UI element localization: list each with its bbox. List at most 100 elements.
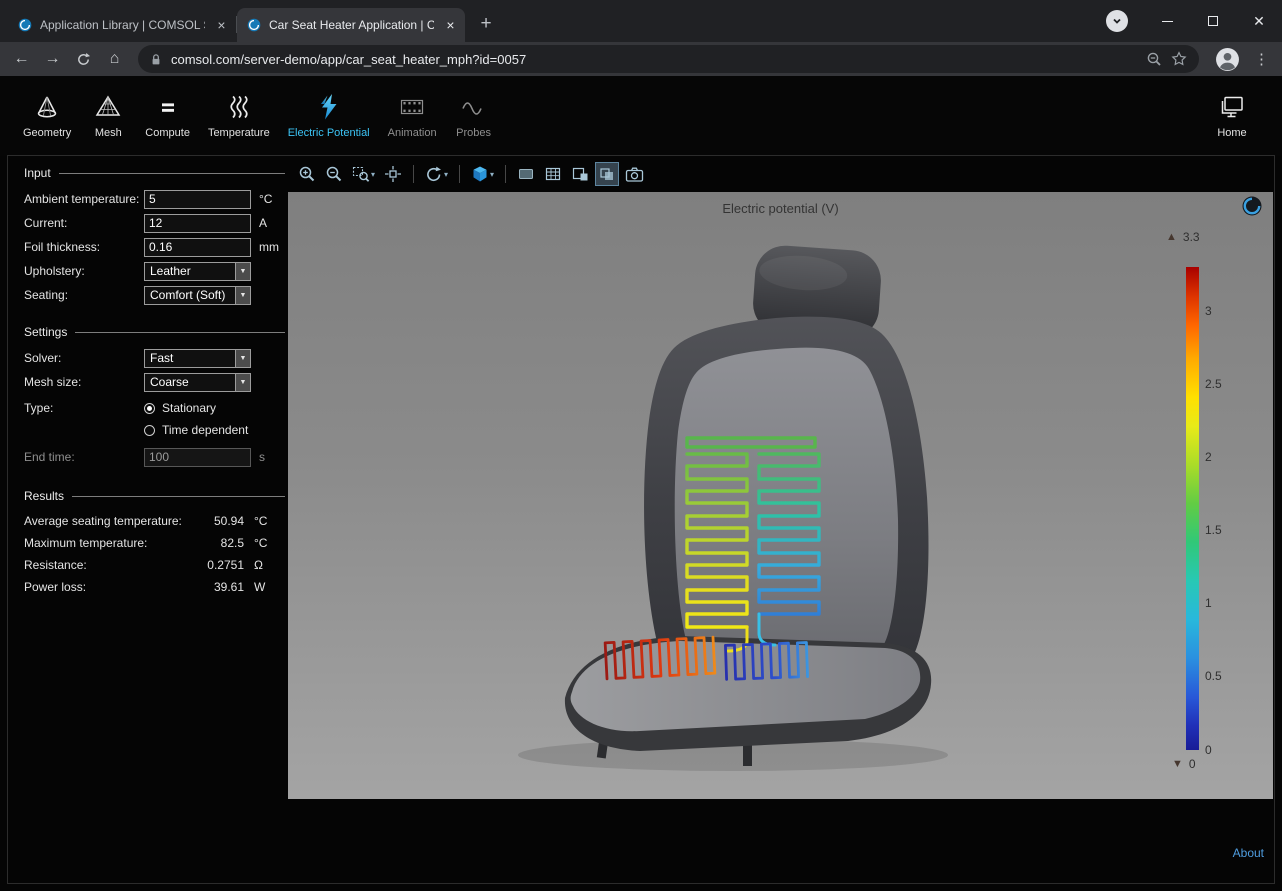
window-actions: ✕ [1106,0,1282,42]
ribbon-item-geometry[interactable]: Geometry [14,93,80,139]
seating-dropdown[interactable]: Comfort (Soft) ▼ [144,286,251,305]
tab-close-icon[interactable]: × [442,17,459,34]
close-button[interactable]: ✕ [1236,0,1282,42]
dropdown-value: Fast [145,350,235,367]
field-label: End time: [24,450,144,464]
media-controls-button[interactable] [1106,10,1128,32]
about-link[interactable]: About [1233,846,1264,860]
default-3d-view-button[interactable]: ▾ [469,163,496,185]
field-unit: A [259,216,267,230]
result-label: Power loss: [24,580,86,594]
zoom-in-button[interactable] [296,163,318,185]
zoom-out-button[interactable] [323,163,345,185]
rotate-view-button[interactable]: ▾ [423,163,450,185]
dropdown-arrow-icon: ▼ [235,374,250,391]
ribbon-item-electric-potential[interactable]: Electric Potential [279,93,379,139]
ribbon-item-home[interactable]: Home [1204,93,1260,139]
field-label: Current: [24,216,144,230]
field-unit: s [259,450,265,464]
ribbon-item-label: Home [1217,127,1246,139]
legend-max-marker: ▲ 3.3 [1166,230,1200,244]
home-button[interactable]: ⌂ [101,46,128,73]
end-time-input [144,448,251,467]
graphics-toolbar: ▾ ▾ ▾ [288,156,1273,192]
dropdown-value: Leather [145,263,235,280]
result-unit: °C [254,514,276,528]
result-unit: W [254,580,276,594]
ribbon-item-compute[interactable]: Compute [136,93,199,139]
split-screen-button[interactable] [569,163,591,185]
reload-icon [76,52,91,67]
field-unit: mm [259,240,279,254]
transparency-button[interactable] [596,163,618,185]
current-input[interactable] [144,214,251,233]
browser-menu-icon[interactable]: ⋮ [1250,46,1274,73]
maximize-button[interactable] [1190,0,1236,42]
field-unit: °C [259,192,272,206]
new-tab-button[interactable]: + [473,11,499,37]
radio-time-dependent[interactable]: Time dependent [144,423,248,437]
triangle-up-icon: ▲ [1166,231,1177,243]
bookmark-star-icon[interactable] [1171,51,1187,67]
section-title: Results [24,489,64,503]
field-seating: Seating: Comfort (Soft) ▼ [24,283,288,307]
zoom-indicator-icon[interactable] [1146,51,1162,67]
result-row-average-temperature: Average seating temperature: 50.94 °C [24,510,288,532]
legend-tick: 1 [1205,596,1212,610]
tab-title: Car Seat Heater Application | CO [269,18,434,32]
back-button[interactable]: ← [8,46,35,73]
field-label: Foil thickness: [24,240,144,254]
grid-button[interactable] [542,163,564,185]
ribbon-item-label: Electric Potential [288,127,370,139]
zoom-box-button[interactable]: ▾ [350,163,377,185]
mesh-icon [94,93,122,121]
snapshot-button[interactable] [623,163,646,185]
dropdown-caret-icon: ▾ [444,170,448,179]
tab-close-icon[interactable]: × [213,17,230,34]
solver-dropdown[interactable]: Fast ▼ [144,349,251,368]
result-value: 82.5 [221,536,244,550]
comsol-favicon [247,18,261,32]
ribbon-item-animation[interactable]: Animation [379,93,446,139]
foil-thickness-input[interactable] [144,238,251,257]
field-label: Seating: [24,288,144,302]
radio-stationary[interactable]: Stationary [144,401,248,415]
ribbon-item-mesh[interactable]: Mesh [80,93,136,139]
mesh-size-dropdown[interactable]: Coarse ▼ [144,373,251,392]
result-value: 39.61 [214,580,244,594]
ribbon-item-temperature[interactable]: Temperature [199,93,279,139]
tab-car-seat-heater[interactable]: Car Seat Heater Application | CO × [237,8,465,42]
temperature-waves-icon [225,93,253,121]
tab-application-library[interactable]: Application Library | COMSOL Se × [8,8,236,42]
film-strip-icon [398,93,426,121]
compute-equals-icon [154,93,182,121]
dropdown-caret-icon: ▾ [490,170,494,179]
omnibox[interactable]: comsol.com/server-demo/app/car_seat_heat… [138,45,1199,73]
forward-button[interactable]: → [39,46,66,73]
lightning-bolt-icon [315,93,343,121]
ambient-temperature-input[interactable] [144,190,251,209]
ribbon-item-probes[interactable]: Probes [446,93,502,139]
car-seat-3d-model[interactable] [288,192,1273,799]
result-row-maximum-temperature: Maximum temperature: 82.5 °C [24,532,288,554]
ribbon-item-label: Geometry [23,127,71,139]
scene-settings-button[interactable] [515,163,537,185]
plot-canvas[interactable]: Electric potential (V) [288,192,1273,799]
upholstery-dropdown[interactable]: Leather ▼ [144,262,251,281]
ribbon-item-label: Mesh [95,127,122,139]
graphics-panel: ▾ ▾ ▾ Electric potent [288,156,1273,863]
toolbar-separator [459,165,460,183]
radio-selected-icon [144,403,155,414]
legend-max-value: 3.3 [1183,230,1200,244]
field-label: Ambient temperature: [24,192,144,206]
field-mesh-size: Mesh size: Coarse ▼ [24,370,288,394]
minimize-button[interactable] [1144,0,1190,42]
dropdown-arrow-icon: ▼ [235,263,250,280]
zoom-extents-button[interactable] [382,163,404,185]
reload-button[interactable] [70,46,97,73]
legend-tick: 1.5 [1205,523,1222,537]
profile-avatar[interactable] [1215,47,1240,72]
section-title: Input [24,166,51,180]
field-current: Current: A [24,211,288,235]
minimize-icon [1162,21,1173,22]
